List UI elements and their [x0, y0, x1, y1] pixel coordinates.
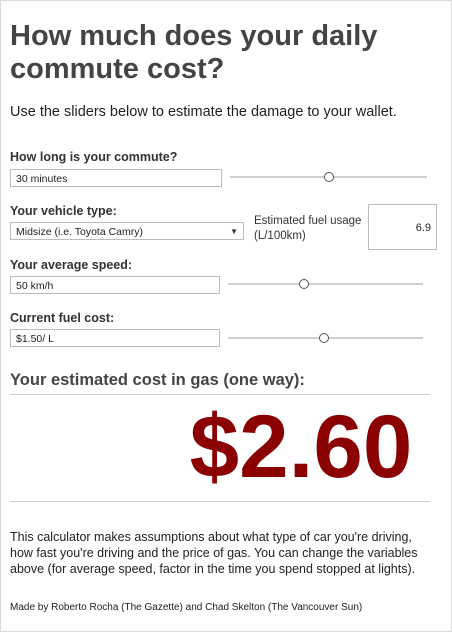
speed-slider[interactable] [228, 278, 423, 290]
fuel-cost-slider[interactable] [228, 332, 423, 344]
result-heading: Your estimated cost in gas (one way): [10, 371, 305, 389]
speed-label: Your average speed: [10, 258, 133, 272]
credit-text: Made by Roberto Rocha (The Gazette) and … [10, 602, 363, 613]
fuel-cost-label: Current fuel cost: [10, 311, 115, 325]
divider [10, 501, 430, 502]
commute-input[interactable]: 30 minutes [10, 169, 222, 187]
slider-thumb[interactable] [323, 172, 334, 182]
page-title: How much does your daily commute cost? [10, 20, 378, 85]
commute-slider[interactable] [230, 171, 427, 183]
fuel-cost-input[interactable]: $1.50/ L [10, 329, 220, 347]
fuel-usage-label: Estimated fuel usage (L/100km) [254, 215, 362, 242]
disclaimer-text: This calculator makes assumptions about … [10, 530, 418, 576]
estimated-cost-value: $2.60 [189, 396, 413, 496]
commute-label: How long is your commute? [10, 150, 178, 164]
fuel-usage-value: 6.9 [368, 204, 437, 250]
vehicle-type-select[interactable]: Midsize (i.e. Toyota Camry) ▼ [10, 222, 244, 240]
page-subtitle: Use the sliders below to estimate the da… [10, 104, 397, 120]
dropdown-arrow-icon: ▼ [230, 227, 238, 236]
speed-input[interactable]: 50 km/h [10, 276, 220, 294]
vehicle-type-selected: Midsize (i.e. Toyota Camry) [16, 226, 144, 238]
slider-track [228, 283, 423, 285]
slider-thumb[interactable] [318, 333, 329, 343]
slider-thumb[interactable] [299, 279, 310, 289]
vehicle-type-label: Your vehicle type: [10, 204, 117, 218]
divider [10, 394, 430, 395]
